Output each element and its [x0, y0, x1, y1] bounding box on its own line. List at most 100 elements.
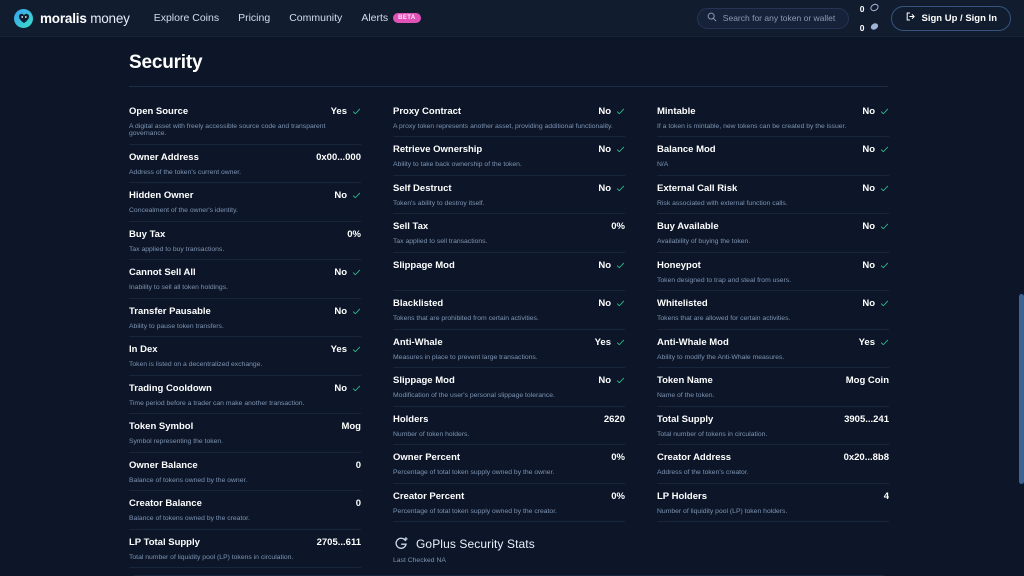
security-row-header: LP Holders 4	[657, 491, 889, 502]
security-row-header: LP Total Supply 2705...611	[129, 537, 361, 548]
check-icon	[880, 301, 889, 307]
check-icon	[352, 193, 361, 199]
security-row-header: Proxy Contract No	[393, 106, 625, 117]
security-row-description: Modification of the user's personal slip…	[393, 392, 625, 407]
security-row-header: External Call Risk No	[657, 183, 889, 194]
check-icon	[880, 224, 889, 230]
security-row-header: Creator Balance 0	[129, 498, 361, 509]
security-row: Buy Available No Availability of buying th…	[657, 214, 889, 253]
nav-item-alerts[interactable]: Alerts BETA	[361, 12, 421, 24]
security-row-description: Address of the token's current owner.	[129, 169, 361, 184]
security-row-description: Name of the token.	[657, 392, 889, 407]
security-row: Total Supply 3905...241 Total number of to…	[657, 407, 889, 446]
security-column-3: Mintable No If a token is mintable, new to…	[657, 99, 889, 568]
security-row: Cannot Sell All No Inability to sell all t…	[129, 260, 361, 299]
security-row-header: Token Symbol Mog	[129, 421, 361, 432]
scrollbar-track[interactable]	[1019, 89, 1024, 576]
brand-logo[interactable]: moralis money	[14, 8, 130, 28]
security-row-description: Total number of liquidity pool (LP) toke…	[129, 554, 361, 569]
security-row-description: Ability to modify the Anti-Whale measure…	[657, 354, 889, 369]
nav-item-pricing[interactable]: Pricing	[238, 12, 270, 24]
security-row-label: Blacklisted	[393, 298, 444, 310]
security-row-label: Balance Mod	[657, 144, 716, 156]
security-row-header: In Dex Yes	[129, 344, 361, 355]
coin-counter-icon	[869, 0, 880, 18]
security-row-value-group: Yes	[595, 337, 625, 348]
scrollbar-thumb[interactable]	[1019, 294, 1024, 484]
security-row: Honeypot No Token designed to trap and ste…	[657, 253, 889, 292]
check-icon	[352, 347, 361, 353]
goplus-last-checked: Last Checked NA	[393, 557, 446, 565]
security-row-value: 0%	[611, 490, 625, 502]
nav-label: Alerts	[361, 12, 389, 24]
security-row-label: Sell Tax	[393, 221, 429, 233]
search-input[interactable]: Search for any token or wallet	[696, 7, 849, 29]
security-row-description: If a token is mintable, new tokens can b…	[657, 123, 889, 138]
security-row-label: Creator Balance	[129, 498, 202, 510]
security-row-value: Mog	[341, 421, 361, 433]
security-row-label: Trading Cooldown	[129, 382, 212, 394]
nav-item-community[interactable]: Community	[289, 12, 342, 24]
security-row-header: Retrieve Ownership No	[393, 144, 625, 155]
security-row-value-group: 2620	[604, 414, 625, 425]
security-row-header: Whitelisted No	[657, 298, 889, 309]
security-row: Transfer Pausable No Ability to pause toke…	[129, 299, 361, 338]
security-row: Balance Mod No N/A	[657, 137, 889, 176]
security-row-value-group: No	[598, 144, 625, 155]
security-row-header: Sell Tax 0%	[393, 221, 625, 232]
security-row: Anti-Whale Yes Measures in place to preven…	[393, 330, 625, 369]
security-row-value: No	[862, 259, 875, 271]
security-row-value: 3905...241	[844, 413, 889, 425]
security-row-value: No	[598, 259, 611, 271]
security-row-header: Anti-Whale Mod Yes	[657, 337, 889, 348]
security-row-value-group: No	[598, 106, 625, 117]
security-row-value-group: No	[862, 183, 889, 194]
security-row-value-group: No	[334, 383, 361, 394]
security-row-value: No	[598, 375, 611, 387]
security-row-description: Tax applied to sell transactions.	[393, 238, 625, 253]
security-row: Creator Percent 0% Percentage of total tok…	[393, 484, 625, 523]
security-row-header: Transfer Pausable No	[129, 306, 361, 317]
nav-item-explore-coins[interactable]: Explore Coins	[154, 12, 219, 24]
coin-counter[interactable]: 0	[860, 0, 880, 18]
security-row-header: Honeypot No	[657, 260, 889, 271]
security-row-value: 4	[883, 490, 889, 502]
security-row-description: A digital asset with freely accessible s…	[129, 123, 361, 145]
security-row-value-group: No	[334, 267, 361, 278]
security-row-value-group: Yes	[859, 337, 889, 348]
header-right-group: Search for any token or wallet 0 0 Sign …	[696, 0, 1011, 37]
security-column-2: Proxy Contract No A proxy token represents…	[393, 99, 625, 568]
security-row-label: Token Name	[657, 375, 713, 387]
security-row-label: Owner Address	[129, 151, 199, 163]
security-row-value: No	[334, 190, 347, 202]
top-header: moralis money Explore Coins Pricing Comm…	[0, 0, 1024, 37]
check-icon	[880, 108, 889, 115]
security-row-value: Yes	[858, 336, 875, 348]
sign-in-label: Sign Up / Sign In	[921, 12, 997, 24]
security-row-label: Open Source	[129, 106, 189, 117]
security-row-value-group: 3905...241	[844, 414, 889, 425]
check-icon	[880, 262, 889, 269]
security-row-label: Cannot Sell All	[129, 267, 196, 279]
security-row-value-group: 0x20...8b8	[844, 452, 889, 463]
brand-name-light: money	[90, 10, 130, 26]
goplus-logo-icon	[393, 536, 409, 552]
security-row-description: Ability to take back ownership of the to…	[393, 161, 625, 176]
sign-up-sign-in-button[interactable]: Sign Up / Sign In	[890, 5, 1011, 31]
security-row-value: 0	[355, 498, 361, 510]
security-row: Slippage Mod No Modification of the user's…	[393, 368, 625, 407]
security-row-description: Tokens that are prohibited from certain …	[393, 315, 625, 330]
nav-label: Community	[289, 12, 343, 24]
security-row-value-group: Yes	[331, 344, 361, 355]
security-row-description: Percentage of total token supply owned b…	[393, 469, 625, 484]
wallet-counter-value: 0	[859, 22, 865, 33]
goplus-header: GoPlus Security Stats	[393, 536, 625, 552]
security-row-header: Trading Cooldown No	[129, 383, 361, 394]
security-row-header: Buy Available No	[657, 221, 889, 232]
security-row-label: Honeypot	[657, 259, 701, 271]
security-row-description: Total number of tokens in circulation.	[657, 431, 889, 446]
check-icon	[616, 147, 625, 153]
security-row-label: Buy Tax	[129, 228, 166, 240]
security-row-value-group: No	[862, 106, 889, 117]
wallet-counter[interactable]: 0	[860, 19, 880, 37]
